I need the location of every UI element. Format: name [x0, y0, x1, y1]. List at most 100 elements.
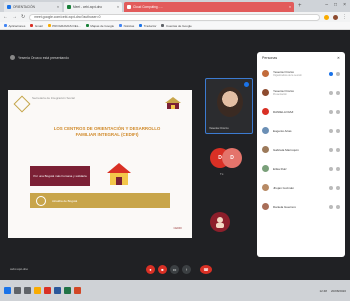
person-name: Eugenio Arias [273, 128, 292, 133]
call-controls: cebi-xqxt-dno ● ■ ▭ ↑ ☎ [0, 260, 255, 278]
menu-icon[interactable]: ⋮ [342, 14, 347, 20]
start-icon[interactable] [4, 287, 11, 294]
slide-headline: LOS CENTROS DE ORIENTACIÓN Y DESARROLLO … [53, 126, 161, 137]
bookmark-favicon [139, 24, 143, 27]
present-button[interactable]: ↑ [182, 264, 191, 274]
mic-icon[interactable] [329, 90, 333, 95]
person-row[interactable]: DANIELA DIAZ [257, 102, 345, 121]
close-icon[interactable]: × [289, 5, 291, 9]
tab-favicon [67, 5, 71, 9]
person-actions [329, 185, 340, 190]
mic-icon[interactable] [329, 71, 333, 76]
participant-avatar-self[interactable] [210, 212, 230, 232]
browser-tab[interactable]: Cloud Computing - ... × [124, 2, 294, 12]
slide-maroon-box: Por una Bogotá más humana y solidaria [30, 166, 90, 186]
more-options-icon[interactable] [336, 109, 340, 114]
person-row[interactable]: Jhojan Guzmán [257, 178, 345, 197]
person-row[interactable]: Yesenia Orozco Organizadora de la reunión [257, 64, 345, 83]
close-window-icon[interactable]: × [343, 2, 346, 8]
person-row[interactable]: Eugenio Arias [257, 121, 345, 140]
slide-brand-text: Secretaría de Integración Social [32, 96, 75, 100]
mic-off-button[interactable]: ● [146, 264, 155, 274]
avatar [262, 89, 269, 96]
mic-icon[interactable] [329, 109, 333, 114]
avatar [262, 146, 269, 153]
camera-off-button[interactable]: ■ [158, 264, 167, 274]
close-icon[interactable]: × [57, 5, 59, 9]
person-name: Jhojan Guzmán [273, 185, 295, 190]
back-icon[interactable]: ← [3, 14, 8, 20]
browser-tab[interactable]: ORIENTACIÓN × [4, 2, 62, 12]
more-options-icon[interactable] [336, 204, 340, 209]
panel-header: Personas ✕ [257, 52, 345, 64]
word-icon[interactable] [54, 287, 61, 294]
slide-box-text: Por una Bogotá más humana y solidaria [33, 174, 87, 178]
more-options-icon[interactable] [336, 147, 340, 152]
house-illustration-icon [107, 163, 131, 185]
clock[interactable]: 12:48 [319, 289, 327, 293]
forward-icon[interactable]: → [12, 14, 17, 20]
reload-icon[interactable]: ↻ [21, 14, 25, 20]
more-options-icon[interactable] [336, 71, 340, 76]
excel-icon[interactable] [64, 287, 71, 294]
slide-band-text: Alcaldía de Bogotá [52, 198, 78, 203]
more-options-icon[interactable] [336, 128, 340, 133]
mic-icon[interactable] [329, 166, 333, 171]
bookmark-item[interactable]: Mapas de Google [85, 24, 114, 28]
person-row[interactable]: Daniela Guerrero [257, 197, 345, 216]
panel-title: Personas [262, 56, 278, 60]
search-icon[interactable] [14, 287, 21, 294]
address-bar[interactable]: meet.google.com/cebi-xqxt-dno?authuser=0 [29, 13, 320, 21]
system-tray: 12:48 20/08/2020 [319, 289, 346, 293]
participant-tile-main[interactable]: Yesenia Orozco [205, 78, 253, 134]
captions-button[interactable]: ▭ [170, 264, 179, 274]
browser-tab-active[interactable]: Meet - cebi-xqxt-dno × [64, 2, 122, 12]
bookmark-label: Noticias [123, 23, 135, 28]
avatar [262, 203, 269, 210]
avatar-initial: D [230, 155, 234, 161]
extension-icon[interactable] [324, 14, 329, 20]
browser-tab-bar: ORIENTACIÓN × Meet - cebi-xqxt-dno × Clo… [0, 0, 350, 12]
task-view-icon[interactable] [24, 287, 31, 294]
window-controls: – □ × [325, 2, 346, 8]
bookmark-item[interactable]: Cuentas de Google [161, 24, 192, 28]
house-logo-icon [165, 97, 181, 109]
person-row[interactable]: Yesenia Orozco Presentación [257, 83, 345, 102]
more-options-icon[interactable] [336, 166, 340, 171]
bookmark-item[interactable]: Aplicaciones [4, 24, 25, 28]
profile-icon[interactable] [333, 14, 338, 20]
more-options-icon[interactable] [336, 90, 340, 95]
bookmark-favicon [4, 24, 7, 27]
file-explorer-icon[interactable] [34, 287, 41, 294]
new-tab-icon[interactable]: + [298, 3, 302, 9]
participant-avatar[interactable]: D [222, 148, 242, 168]
person-info: Yesenia Orozco Presentación [273, 89, 325, 96]
mic-icon[interactable] [329, 147, 333, 152]
person-actions [329, 71, 340, 76]
person-row[interactable]: Gabriela Marroquín [257, 140, 345, 159]
mic-icon[interactable] [329, 128, 333, 133]
bookmark-label: Traductor [143, 23, 157, 28]
chrome-icon[interactable] [44, 287, 51, 294]
bookmark-item[interactable]: Traductor [139, 24, 156, 28]
leave-call-button[interactable]: ☎ [200, 264, 212, 274]
person-role: Organizadora de la reunión [273, 74, 302, 77]
person-actions [329, 109, 340, 114]
bookmark-item[interactable]: PROGRAMAS DEL... [47, 24, 81, 28]
bookmarks-bar: Aplicaciones Gmail PROGRAMAS DEL... Mapa… [0, 22, 350, 30]
powerpoint-icon[interactable] [74, 287, 81, 294]
bookmark-favicon [119, 24, 123, 27]
more-options-icon[interactable] [336, 185, 340, 190]
mic-icon[interactable] [329, 185, 333, 190]
bookmark-item[interactable]: Noticias [119, 24, 134, 28]
close-panel-icon[interactable]: ✕ [337, 56, 340, 60]
participant-label: Tú [220, 172, 224, 176]
mic-icon[interactable] [329, 204, 333, 209]
tab-label: ORIENTACIÓN [13, 5, 35, 9]
bookmark-item[interactable]: Gmail [30, 24, 43, 28]
minimize-icon[interactable]: – [325, 2, 328, 8]
maximize-icon[interactable]: □ [334, 2, 337, 8]
close-icon[interactable]: × [117, 5, 119, 9]
person-info: Gabriela Marroquín [273, 148, 325, 152]
person-row[interactable]: Erika Ruiz [257, 159, 345, 178]
